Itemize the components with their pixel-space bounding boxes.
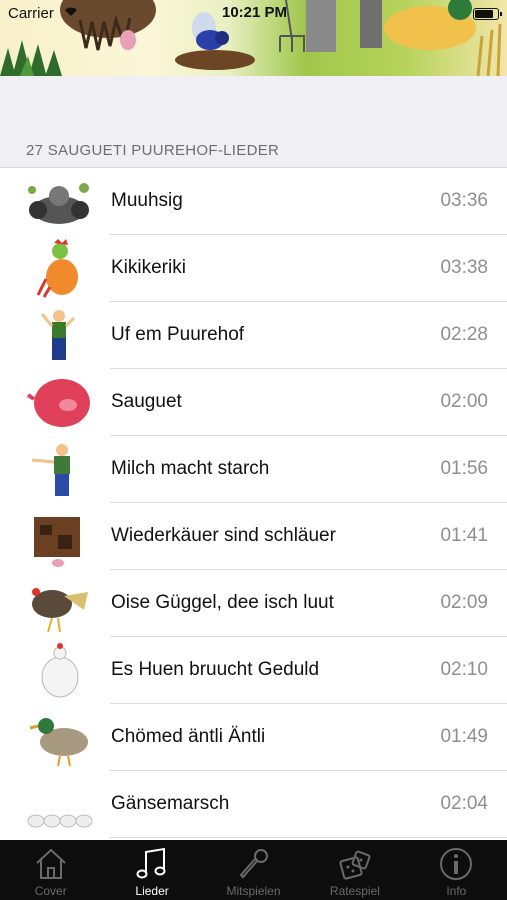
house-icon [36,848,66,879]
microphone-icon [239,849,268,879]
pig-icon [26,379,90,427]
song-list[interactable]: Muuhsig 03:36 Kikikeriki 03:38 Uf em Puu… [0,168,507,838]
song-row[interactable]: Gänsemarsch 02:04 [0,771,507,838]
song-row[interactable]: Wiederkäuer sind schläuer 01:41 [0,503,507,570]
song-duration: 02:28 [440,324,488,345]
song-title: Wiederkäuer sind schläuer [111,525,336,546]
carrier-label: Carrier [8,5,54,22]
tab-bar: Cover Lieder Mitspielen Ratespiel Info [0,840,507,900]
song-row[interactable]: Chömed äntli Äntli 01:49 [0,704,507,771]
song-row[interactable]: Muuhsig 03:36 [0,168,507,235]
song-duration: 02:09 [440,592,488,613]
tab-info[interactable]: Info [406,840,507,900]
song-title: Uf em Puurehof [111,324,245,345]
rooster-icon [36,239,78,298]
song-title: Milch macht starch [111,458,270,479]
tab-label: Ratespiel [329,884,380,898]
song-row[interactable]: Sauguet 02:00 [0,369,507,436]
dice-icon [339,850,371,880]
info-icon [440,848,473,880]
tab-ratespiel[interactable]: Ratespiel [304,840,405,900]
song-duration: 03:36 [440,190,488,211]
farmer-milk-icon [31,444,70,496]
song-title: Kikikeriki [111,257,186,278]
rooster-crowing-icon [32,588,88,633]
cow-drums-icon [28,183,89,224]
status-time: 10:21 PM [222,4,288,21]
song-title: Sauguet [111,391,182,412]
tab-label: Cover [34,884,67,898]
song-row[interactable]: Milch macht starch 01:56 [0,436,507,503]
song-title: Gänsemarsch [111,793,230,814]
tab-cover[interactable]: Cover [0,840,101,900]
song-duration: 03:38 [440,257,488,278]
section-header: 27 SAUGUETI PUUREHOF-LIEDER [26,142,280,159]
song-duration: 02:10 [440,659,488,680]
song-duration: 01:49 [440,726,488,747]
music-note-icon [136,847,166,879]
song-title: Muuhsig [111,190,183,211]
tab-label: Lieder [135,884,169,898]
hen-icon [41,643,79,698]
duck-icon [29,718,88,767]
farmer-icon [40,310,76,360]
brown-cow-icon [34,517,80,567]
song-title: Es Huen bruucht Geduld [111,659,320,680]
song-row[interactable]: Es Huen bruucht Geduld 02:10 [0,637,507,704]
song-duration: 02:00 [440,391,488,412]
song-title: Chömed äntli Äntli [111,726,266,747]
song-row[interactable]: Uf em Puurehof 02:28 [0,302,507,369]
song-row[interactable]: Kikikeriki 03:38 [0,235,507,302]
wifi-icon [65,7,77,16]
status-bar: Carrier 10:21 PM [0,0,507,26]
tab-label: Mitspielen [226,884,281,898]
geese-icon [27,814,93,828]
song-title: Oise Güggel, dee isch luut [111,592,334,613]
song-duration: 01:56 [440,458,488,479]
battery-icon [473,8,502,20]
song-duration: 02:04 [440,793,488,814]
tab-lieder[interactable]: Lieder [101,840,202,900]
tab-mitspielen[interactable]: Mitspielen [203,840,304,900]
tab-label: Info [446,884,467,898]
song-duration: 01:41 [440,525,488,546]
song-row[interactable]: Oise Güggel, dee isch luut 02:09 [0,570,507,637]
